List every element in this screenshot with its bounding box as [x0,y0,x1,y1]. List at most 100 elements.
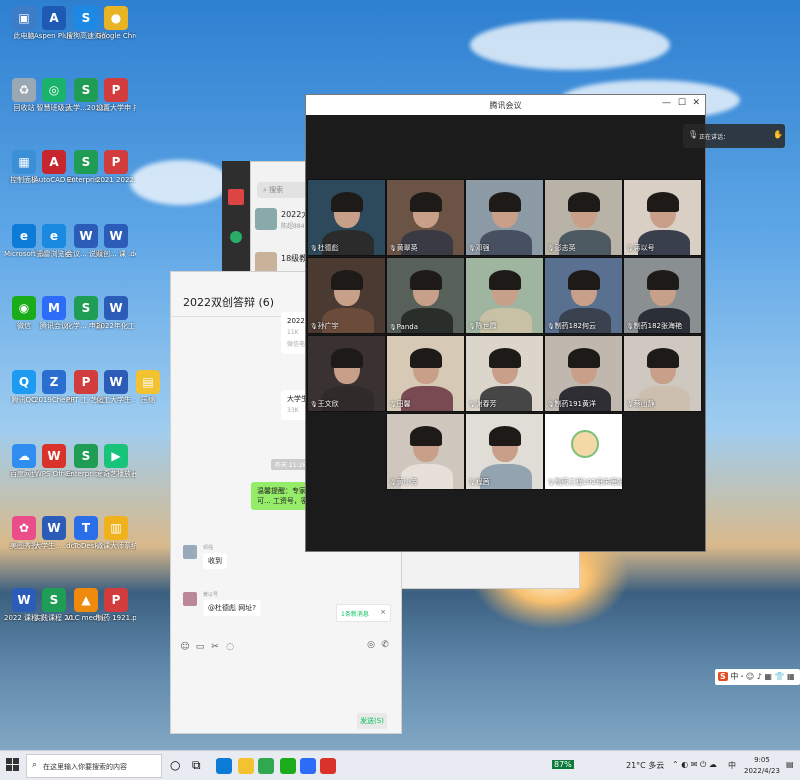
scissors-icon[interactable]: ✂ [209,641,221,653]
mic-icon: 🎙 [626,401,634,408]
app-icon: T [74,516,98,540]
new-message-button[interactable]: 1条新消息 × [336,604,391,622]
participant-name: 🎙王文欣 [310,399,339,409]
hand-icon[interactable]: ✋ [773,130,783,139]
avatar[interactable] [183,592,197,606]
chat-icon[interactable] [230,231,242,243]
desktop-icon[interactable]: W 双创... 课 .docx [96,224,136,259]
emoji-icon[interactable]: ☺ [179,641,191,653]
taskbar: ⌕ 在这里输入你要搜索的内容 ○ ⧉ 87% 21°C 多云 ⌃ ◐ ✉ ⏻ ☁… [0,750,800,780]
call-icon[interactable]: ✆ [379,639,391,651]
mic-muted-icon: 🎙 [389,324,397,331]
mic-muted-icon: 🎙 [310,401,318,408]
participant-tile[interactable]: 🎙彭志英 [544,179,623,256]
desktop-icon[interactable]: ● Google Chrome [96,6,136,41]
wechat-icon[interactable] [280,758,296,774]
edge-icon[interactable] [216,758,232,774]
wechat-sidebar [222,161,250,271]
participant-tile[interactable]: 🎙制药工程192班朱雁妃 [544,413,623,490]
participant-tile[interactable]: 🎙陈世霞 [465,257,544,334]
participant-tile[interactable]: 🎙王文欣 [307,335,386,412]
ime-icons[interactable]: ꞏ ☺ ♪ ▦ 👕 ▦ [741,672,795,681]
close-button[interactable]: ✕ [692,98,700,108]
app-icon: S [74,296,98,320]
participant-tile[interactable]: 🎙黄翠英 [386,179,465,256]
notification-icon[interactable]: ▤ [786,760,794,769]
person-hair [489,270,521,290]
clock[interactable]: 9:05 2022/4/23 [744,755,780,777]
participant-name: 🎙陈世霞 [468,321,497,331]
desktop-icon[interactable]: W 2022年化工 工艺设计... [96,296,136,331]
desktop-icon[interactable]: ▤ 压缩 [128,370,168,405]
app-icon: S [42,588,66,612]
desktop-icon[interactable]: P 制药 1921.pdf [96,588,136,623]
avatar[interactable] [183,545,197,559]
participant-tile[interactable]: 🎙制药182张海艳 [623,257,702,334]
desktop-icon[interactable]: ▥ 微课大师系统 [96,516,136,551]
participant-tile[interactable]: 🎙黄小芳 [386,413,465,490]
icon-label: 微课大师系统 [96,542,136,550]
send-button[interactable]: 发送(S) [357,713,387,729]
participant-tile[interactable]: 🎙田馨 [386,335,465,412]
search-input[interactable]: ⌕ 在这里输入你要搜索的内容 [26,754,162,778]
app-icon: M [42,296,66,320]
icon-label: 双创... 课 .docx [96,250,136,258]
avatar[interactable] [228,189,244,205]
participant-tile[interactable]: 🎙谢春芳 [465,335,544,412]
person-hair [647,348,679,368]
participant-name-label: 孙广宇 [317,322,339,330]
app-icon: ▲ [74,588,98,612]
tray-icons[interactable]: ⌃ ◐ ✉ ⏻ ☁ [672,760,717,770]
participant-tile[interactable]: 🎙蔡山静 [623,335,702,412]
person-hair [568,348,600,368]
participant-name-label: 制药182何云 [554,322,596,330]
live-icon[interactable]: ◎ [365,639,377,651]
close-icon[interactable]: × [380,608,386,616]
cortana-icon[interactable]: ○ [170,758,180,772]
desktop-icon[interactable]: ▶ 爱奇艺播放器 [96,444,136,479]
participant-name-label: 黄小芳 [396,478,418,486]
app-icon: P [74,370,98,394]
cloud [470,20,670,70]
chat-history-icon[interactable]: ◌ [224,641,236,653]
file-explorer-icon[interactable] [238,758,254,774]
app-icon: W [74,224,98,248]
person-hair [489,426,521,446]
desktop-icon[interactable]: P 2021 2022... 创新项目... [96,150,136,185]
app-icon: ▣ [12,6,36,30]
avatar [571,430,599,458]
ime-toolbar[interactable]: S 中 ꞏ ☺ ♪ ▦ 👕 ▦ [715,669,800,685]
maximize-button[interactable]: ☐ [678,98,686,108]
360-icon[interactable] [258,758,274,774]
participant-tile[interactable]: 🎙邓强 [465,179,544,256]
windows-start-icon[interactable] [6,758,20,772]
input-language[interactable]: 中 [728,760,736,771]
participant-name-label: 田馨 [396,400,411,408]
weather-widget[interactable]: 21°C 多云 [626,760,664,771]
participant-tile[interactable]: 🎙制药182何云 [544,257,623,334]
task-view-icon[interactable]: ⧉ [192,758,201,773]
window-title: 腾讯会议 [489,101,522,110]
message-bubble[interactable]: @杜德彪 网址? [203,600,261,616]
participant-tile[interactable]: 🎙程茜 [465,413,544,490]
desktop-icons: ▣此电脑AAspen Plus V11S搜狗高速浏览器●Google Chrom… [0,0,160,750]
folder-icon[interactable]: ▭ [194,641,206,653]
message-bubble[interactable]: 收到 [203,553,227,569]
participant-tile[interactable]: 🎙杜德彪 [307,179,386,256]
person-hair [331,270,363,290]
desktop-icon[interactable]: P 设置大学申 报书.pdf [96,78,136,113]
participant-tile[interactable]: 🎙孙广宇 [307,257,386,334]
participant-tile[interactable]: 🎙制药191黄洋 [544,335,623,412]
participant-name-label: 邓强 [475,244,490,252]
person-hair [331,348,363,368]
battery-badge[interactable]: 87% [552,760,574,769]
minimize-button[interactable]: — [662,98,671,108]
participant-tile[interactable]: 🎙蒋以号 [623,179,702,256]
ime-mode[interactable]: 中 [730,672,738,681]
app-icon: W [42,444,66,468]
wps-icon[interactable] [320,758,336,774]
meeting-icon[interactable] [300,758,316,774]
mic-muted-icon: 🎙 [626,245,634,252]
participant-tile[interactable]: 🎙Panda [386,257,465,334]
time: 9:05 [754,756,770,764]
